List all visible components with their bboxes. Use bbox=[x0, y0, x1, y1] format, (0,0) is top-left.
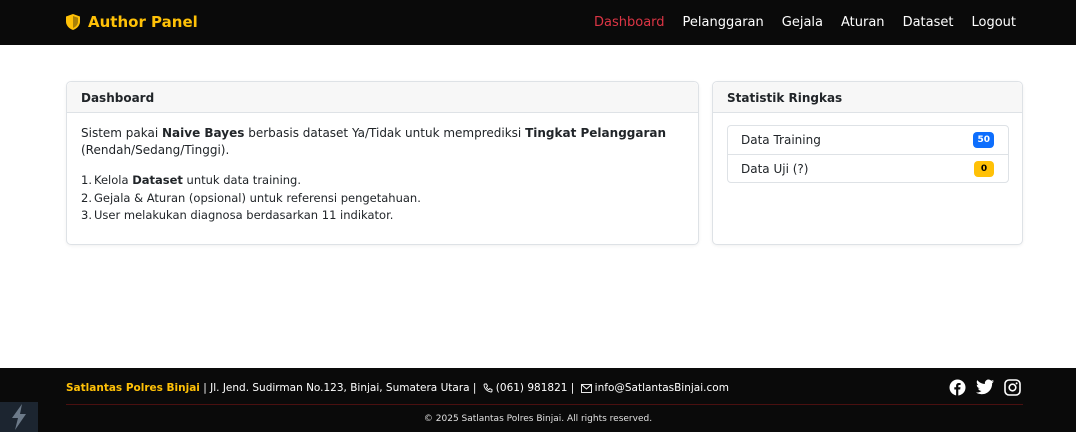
nav-dataset[interactable]: Dataset bbox=[903, 15, 954, 30]
footer: Satlantas Polres Binjai | Jl. Jend. Sudi… bbox=[0, 368, 1076, 432]
step-text: User melakukan diagnosa berdasarkan 11 i… bbox=[94, 208, 394, 222]
footer-phone: (061) 981821 bbox=[495, 382, 568, 394]
phone-icon bbox=[483, 383, 493, 393]
stats-card: Statistik Ringkas Data Training 50 Data … bbox=[712, 81, 1023, 245]
footer-copyright: © 2025 Satlantas Polres Binjai. All righ… bbox=[423, 414, 653, 424]
envelope-icon bbox=[580, 383, 592, 393]
intro-bold-method: Naive Bayes bbox=[162, 126, 245, 140]
nav-dashboard[interactable]: Dashboard bbox=[594, 15, 665, 30]
dashboard-intro: Sistem pakai Naive Bayes berbasis datase… bbox=[81, 125, 681, 159]
stat-data-uji: Data Uji (?) 0 bbox=[728, 154, 1008, 182]
main-nav: Dashboard Pelanggaran Gejala Aturan Data… bbox=[594, 15, 1016, 30]
instagram-icon[interactable] bbox=[1004, 379, 1021, 396]
step-text: Gejala & Aturan (opsional) untuk referen… bbox=[94, 190, 421, 205]
steps-list: 1. Kelola Dataset untuk data training. 2.… bbox=[81, 172, 421, 225]
social-links bbox=[949, 379, 1021, 396]
dashboard-card-title: Dashboard bbox=[67, 82, 698, 113]
stat-data-training: Data Training 50 bbox=[728, 126, 1008, 154]
step-text: Kelola bbox=[94, 173, 133, 187]
step-text-after: untuk data training. bbox=[182, 173, 302, 187]
footer-contact: Satlantas Polres Binjai | Jl. Jend. Sudi… bbox=[66, 382, 729, 394]
footer-divider bbox=[66, 404, 1023, 405]
count-badge: 0 bbox=[974, 160, 994, 177]
stat-label: Data Training bbox=[741, 133, 821, 147]
stat-label: Data Uji (?) bbox=[741, 161, 809, 176]
step-number: 2. bbox=[81, 190, 92, 205]
step-bold: Dataset bbox=[132, 173, 183, 187]
step-number: 3. bbox=[81, 208, 92, 222]
nav-aturan[interactable]: Aturan bbox=[841, 15, 885, 30]
stats-card-title: Statistik Ringkas bbox=[713, 82, 1022, 113]
dashboard-card: Dashboard Sistem pakai Naive Bayes berba… bbox=[66, 81, 699, 245]
brand[interactable]: Author Panel bbox=[66, 13, 198, 31]
footer-email[interactable]: info@SatlantasBinjai.com bbox=[595, 382, 729, 394]
nav-logout[interactable]: Logout bbox=[971, 15, 1016, 30]
shield-icon bbox=[66, 14, 80, 30]
corner-logo bbox=[0, 402, 38, 432]
count-badge: 50 bbox=[973, 132, 994, 148]
intro-text-2: berbasis dataset Ya/Tidak untuk mempredi… bbox=[244, 126, 526, 140]
top-navbar: Author Panel Dashboard Pelanggaran Gejal… bbox=[0, 0, 1076, 45]
footer-separator: | bbox=[567, 382, 578, 394]
twitter-icon[interactable] bbox=[976, 379, 994, 395]
lightning-logo-icon bbox=[12, 404, 26, 430]
nav-pelanggaran[interactable]: Pelanggaran bbox=[683, 15, 764, 30]
footer-org-name: Satlantas Polres Binjai bbox=[66, 382, 200, 394]
nav-gejala[interactable]: Gejala bbox=[782, 15, 823, 30]
stats-list: Data Training 50 Data Uji (?) 0 bbox=[727, 125, 1009, 183]
intro-text-3: (Rendah/Sedang/Tinggi). bbox=[81, 143, 230, 157]
facebook-icon[interactable] bbox=[949, 379, 966, 396]
list-item: 3. User melakukan diagnosa berdasarkan 11… bbox=[81, 207, 421, 225]
footer-address: | Jl. Jend. Sudirman No.123, Binjai, Sum… bbox=[199, 382, 480, 394]
intro-text-1: Sistem pakai bbox=[81, 126, 163, 140]
brand-title: Author Panel bbox=[88, 13, 198, 31]
list-item: 1. Kelola Dataset untuk data training. bbox=[81, 172, 421, 190]
intro-bold-target: Tingkat Pelanggaran bbox=[525, 126, 667, 140]
step-number: 1. bbox=[81, 173, 92, 187]
list-item: 2. Gejala & Aturan (opsional) untuk refer… bbox=[81, 190, 421, 208]
